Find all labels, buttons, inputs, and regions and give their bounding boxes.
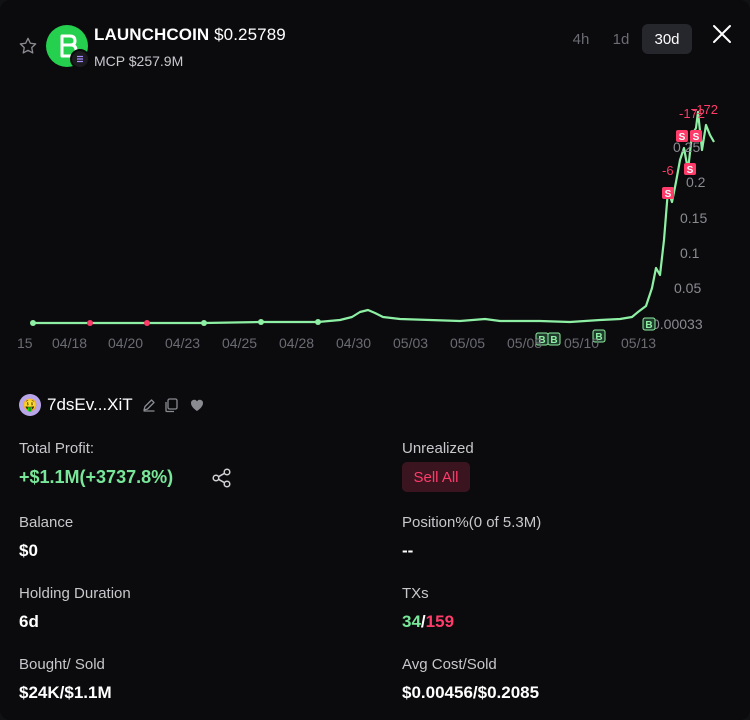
chart-dot — [201, 320, 207, 326]
sell-marker-letter: S — [665, 189, 672, 200]
edit-icon[interactable] — [141, 397, 157, 413]
x-label: 05/03 — [393, 335, 428, 351]
close-icon[interactable] — [710, 22, 734, 46]
tab-30d[interactable]: 30d — [642, 24, 692, 54]
avatar: 🤑 — [19, 394, 41, 416]
total-profit-value: +$1.1M(+3737.8%) — [19, 467, 174, 487]
sell-value-label: -6 — [662, 163, 674, 178]
solana-badge-icon — [70, 49, 90, 69]
avg-cost-value: $0.00456/$0.2085 — [402, 683, 540, 702]
x-label: 05/05 — [450, 335, 485, 351]
x-label: 04/25 — [222, 335, 257, 351]
heart-icon[interactable] — [189, 397, 205, 413]
buy-marker[interactable]: B — [642, 317, 656, 331]
x-label: 05/13 — [621, 335, 656, 351]
price-chart[interactable]: 0.2 0.15 0.1 0.05 0.00033 0.25 S S S S -… — [0, 90, 750, 360]
buy-marker[interactable]: B — [547, 332, 561, 346]
chart-dot — [87, 320, 93, 326]
x-label: 04/23 — [165, 335, 200, 351]
balance-value: $0 — [19, 541, 38, 560]
position-label: Position%(0 of 5.3M) — [402, 514, 542, 531]
price-line — [33, 110, 715, 325]
holding-duration-label: Holding Duration — [19, 585, 131, 602]
wallet-name[interactable]: 7dsEv...XiT — [47, 395, 133, 415]
sell-all-button[interactable]: Sell All — [402, 462, 470, 492]
token-price: $0.25789 — [214, 25, 286, 44]
x-label: 04/28 — [279, 335, 314, 351]
sell-marker[interactable]: S — [684, 163, 696, 176]
token-logo — [46, 25, 90, 69]
txs-value: 34/159 — [402, 612, 454, 632]
star-icon[interactable] — [18, 36, 38, 56]
y-label: 0.2 — [686, 174, 706, 190]
buy-marker-letter: B — [550, 335, 557, 346]
txs-buys: 34 — [402, 612, 421, 631]
bought-sold-label: Bought/ Sold — [19, 656, 105, 673]
txs-sells: 159 — [425, 612, 455, 631]
x-label: 05/10 — [564, 335, 599, 351]
unrealized-label: Unrealized — [402, 440, 474, 457]
y-label: 0.05 — [674, 280, 701, 296]
share-icon[interactable] — [211, 467, 233, 489]
x-label: 04/20 — [108, 335, 143, 351]
x-label: 05/08 — [507, 335, 542, 351]
y-label: 0.15 — [680, 210, 707, 226]
x-label: 15 — [17, 335, 33, 351]
total-profit-label: Total Profit: — [19, 440, 95, 457]
tab-4h[interactable]: 4h — [565, 24, 597, 54]
chart-dot — [30, 320, 36, 326]
balance-label: Balance — [19, 514, 74, 531]
token-name: LAUNCHCOIN — [94, 25, 210, 44]
sell-marker[interactable]: S — [676, 130, 688, 143]
position-value: -- — [402, 541, 414, 560]
chart-dot — [315, 319, 321, 325]
x-label: 04/30 — [336, 335, 371, 351]
sell-marker-letter: S — [687, 165, 694, 176]
x-label: 04/18 — [52, 335, 87, 351]
sell-marker[interactable]: S — [690, 130, 702, 143]
bought-sold-value: $24K/$1.1M — [19, 683, 112, 702]
copy-icon[interactable] — [163, 397, 179, 413]
y-label: 0.1 — [680, 245, 700, 261]
buy-marker-letter: B — [645, 320, 652, 331]
sell-marker[interactable]: S — [662, 187, 674, 200]
header: LAUNCHCOIN $0.25789 MCP $257.9M 4h 1d 30… — [0, 0, 750, 80]
chart-dot — [258, 319, 264, 325]
txs-label: TXs — [402, 585, 429, 602]
sell-marker-letter: S — [679, 132, 686, 143]
chart-dot — [144, 320, 150, 326]
holding-duration-value: 6d — [19, 612, 39, 631]
token-title: LAUNCHCOIN $0.25789 — [94, 25, 286, 45]
avg-cost-label: Avg Cost/Sold — [402, 656, 497, 673]
token-trade-panel: LAUNCHCOIN $0.25789 MCP $257.9M 4h 1d 30… — [0, 0, 750, 720]
sell-marker-letter: S — [693, 132, 700, 143]
market-cap: MCP $257.9M — [94, 53, 184, 69]
tab-1d[interactable]: 1d — [605, 24, 637, 54]
y-label: 0.00033 — [652, 316, 703, 332]
wallet-row: 🤑 7dsEv...XiT — [19, 394, 205, 416]
sell-value-label: -172 — [692, 102, 718, 117]
